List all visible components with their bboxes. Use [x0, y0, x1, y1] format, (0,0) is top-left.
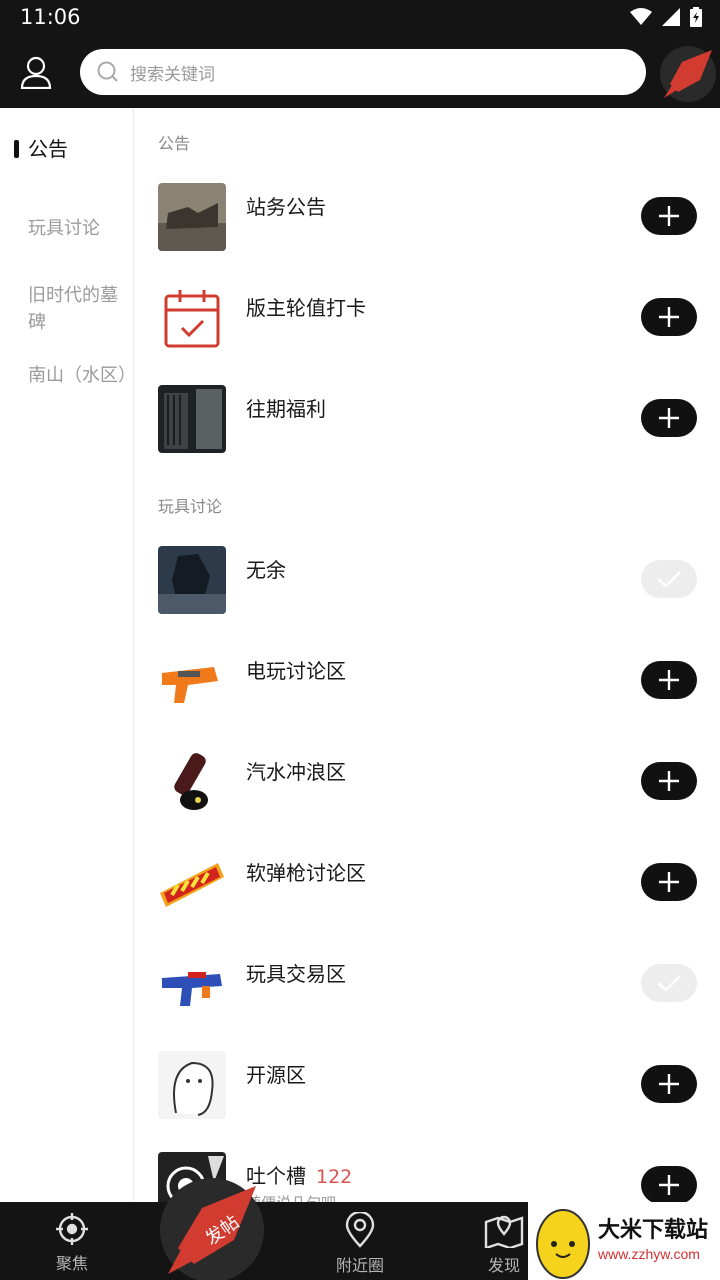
forum-name: 电玩讨论区 — [246, 659, 346, 683]
join-button[interactable] — [641, 1065, 697, 1103]
nerf-logo — [158, 849, 226, 917]
tab-focus[interactable]: 聚焦 — [22, 1202, 122, 1280]
plus-icon — [659, 408, 679, 428]
list-item[interactable]: 玩具交易区 — [135, 950, 720, 1051]
search-input[interactable]: 搜索关键词 — [80, 49, 646, 95]
joined-button[interactable] — [641, 964, 697, 1002]
plus-icon — [659, 206, 679, 226]
watermark-url: www.zzhyw.com — [598, 1246, 700, 1262]
plus-icon — [659, 1175, 679, 1195]
forum-name: 往期福利 — [246, 397, 326, 421]
check-icon — [657, 975, 681, 992]
tab-nearby[interactable]: 附近圈 — [310, 1202, 410, 1280]
join-button[interactable] — [641, 399, 697, 437]
sidebar-item-toy-discussion[interactable]: 玩具讨论 — [28, 215, 128, 242]
signal-icon — [662, 8, 680, 26]
tab-label: 聚焦 — [55, 1254, 88, 1273]
join-button[interactable] — [641, 661, 697, 699]
search-icon — [97, 61, 118, 82]
tab-label: 附近圈 — [335, 1256, 384, 1275]
user-icon — [20, 56, 52, 89]
status-time: 11:06 — [20, 5, 81, 29]
location-pin-icon — [345, 1212, 375, 1248]
plus-icon — [659, 872, 679, 892]
join-button[interactable] — [641, 298, 697, 336]
joined-button[interactable] — [641, 560, 697, 598]
forum-name: 开源区 — [246, 1063, 306, 1087]
join-button[interactable] — [641, 1166, 697, 1202]
join-button[interactable] — [641, 863, 697, 901]
top-app-bar: 搜索关键词 — [0, 36, 720, 108]
wifi-icon — [630, 8, 652, 25]
forum-name: 版主轮值打卡 — [246, 296, 366, 320]
list-item[interactable]: 无余 — [135, 546, 720, 647]
status-bar: 11:06 — [0, 0, 720, 36]
map-icon — [484, 1215, 524, 1248]
center-post-button[interactable]: 发帖 — [160, 1178, 264, 1280]
watermark: 大米下载站 www.zzhyw.com — [528, 1202, 720, 1280]
forum-name: 软弹枪讨论区 — [246, 861, 366, 885]
tab-label: 发现 — [487, 1256, 520, 1275]
system-icons — [630, 7, 702, 27]
check-icon — [657, 571, 681, 588]
rocket-icon — [664, 50, 712, 98]
thumbnail — [158, 849, 226, 917]
forum-name: 吐个槽 122 — [246, 1160, 352, 1189]
new-post-button[interactable] — [660, 46, 716, 102]
list-item[interactable]: 开源区 — [135, 1051, 720, 1152]
section-title-toys: 玩具讨论 — [158, 497, 223, 516]
thumbnail — [158, 1051, 226, 1119]
thumbnail — [158, 385, 226, 453]
category-sidebar: 公告 玩具讨论 旧时代的墓碑 南山（水区） — [0, 108, 136, 1202]
plus-icon — [659, 670, 679, 690]
profile-button[interactable] — [14, 52, 58, 92]
thumbnail — [158, 647, 226, 715]
list-item[interactable]: 软弹枪讨论区 — [135, 849, 720, 950]
list-item[interactable]: 版主轮值打卡 — [135, 284, 720, 385]
active-indicator — [14, 140, 19, 158]
list-item[interactable]: 电玩讨论区 — [135, 647, 720, 748]
thumbnail — [158, 284, 226, 352]
forum-name: 玩具交易区 — [246, 962, 346, 986]
forum-name: 站务公告 — [246, 195, 326, 219]
rocket-icon: 发帖 — [168, 1186, 256, 1274]
plus-icon — [659, 1074, 679, 1094]
plus-icon — [659, 307, 679, 327]
thumbnail — [158, 183, 226, 251]
forum-list: 公告 站务公告 版主轮值打卡 往期福利 玩具讨论 无余 电玩讨论区 汽水冲浪区 … — [135, 108, 720, 1202]
join-button[interactable] — [641, 762, 697, 800]
search-placeholder: 搜索关键词 — [130, 64, 215, 85]
thumbnail — [158, 950, 226, 1018]
thumbnail — [158, 748, 226, 816]
list-item[interactable]: 往期福利 — [135, 385, 720, 486]
post-count: 122 — [316, 1166, 353, 1188]
crosshair-icon — [56, 1213, 88, 1245]
forum-name: 无余 — [246, 558, 286, 582]
list-item[interactable]: 站务公告 — [135, 183, 720, 284]
egg-mascot-icon — [536, 1209, 590, 1279]
plus-icon — [659, 771, 679, 791]
forum-name: 汽水冲浪区 — [246, 760, 346, 784]
sidebar-item-old-era[interactable]: 旧时代的墓碑 — [28, 282, 128, 336]
thumbnail — [158, 546, 226, 614]
section-title-announcements: 公告 — [158, 134, 191, 153]
battery-icon — [690, 7, 702, 27]
sidebar-item-announcements[interactable]: 公告 — [28, 136, 128, 163]
sidebar-item-nanshan[interactable]: 南山（水区） — [28, 362, 136, 389]
list-item[interactable]: 汽水冲浪区 — [135, 748, 720, 849]
calendar-check-icon — [164, 290, 220, 348]
watermark-title: 大米下载站 — [598, 1218, 709, 1243]
join-button[interactable] — [641, 197, 697, 235]
